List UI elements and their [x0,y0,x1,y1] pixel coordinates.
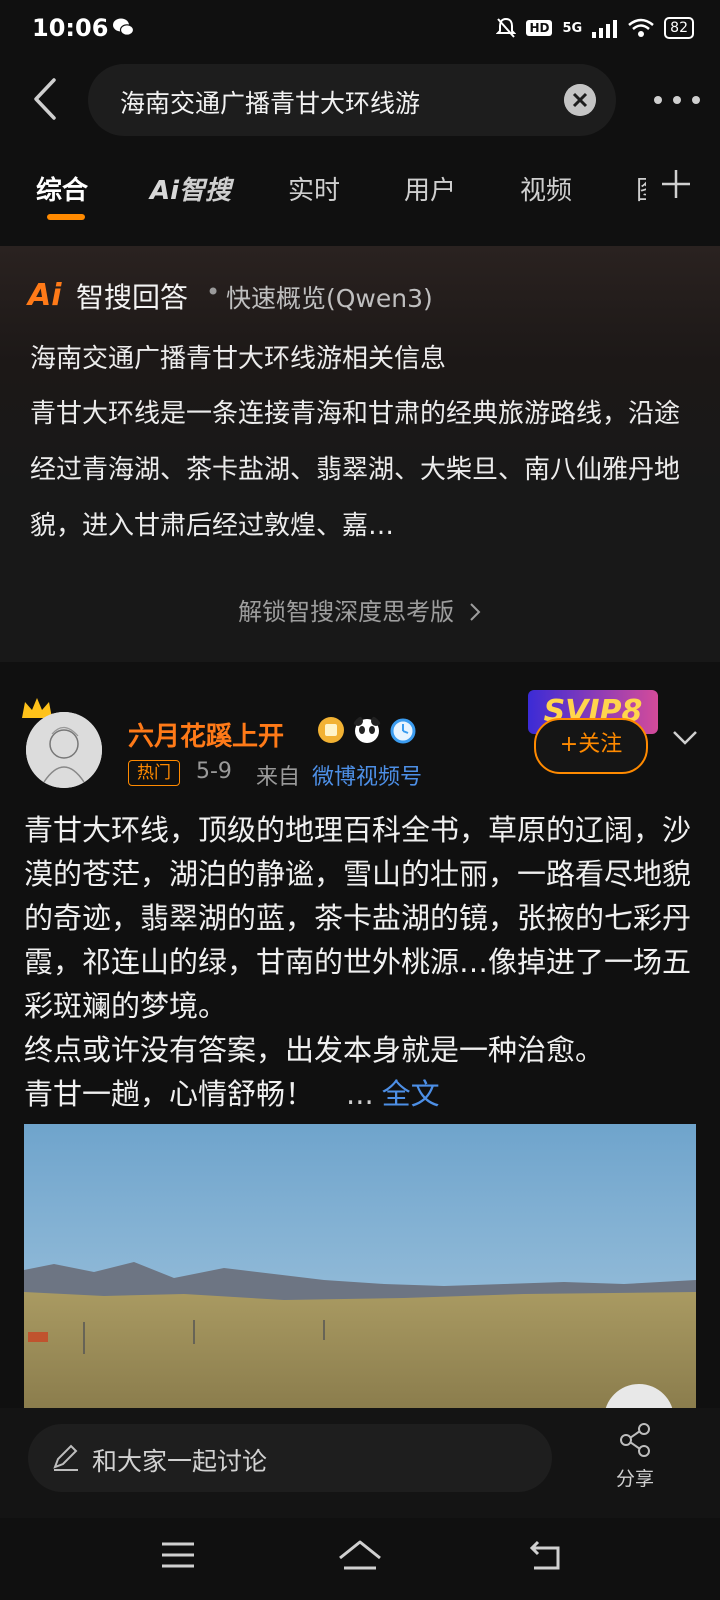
ai-logo-icon: Ai [28,278,62,313]
user-badges [316,715,418,745]
follow-button[interactable]: +关注 [534,718,648,774]
pencil-icon [53,1444,78,1471]
status-time: 10:06 [32,14,109,42]
comment-placeholder: 和大家一起讨论 [92,1447,268,1476]
user-avatar[interactable] [26,712,102,788]
ai-card-separator: • [206,278,221,306]
search-bar[interactable]: 海南交通广播青甘大环线游 [88,64,616,136]
post-ellipsis: ... [346,1077,374,1111]
signal-icon [592,20,618,38]
post-date: 5-9 [196,759,232,784]
alarm-clock-icon [390,718,416,744]
tab-video[interactable]: 视频 [520,170,572,207]
post-text-line: 青甘一趟，心情舒畅！... 全文 [24,1072,696,1116]
post-source[interactable]: 微博视频号 [312,759,422,791]
wifi-icon [628,18,654,37]
share-icon[interactable] [618,1422,654,1458]
clear-search-icon[interactable] [564,84,596,116]
chevron-down-icon[interactable] [670,722,700,752]
tab-ai-label: 智搜 [179,176,232,206]
tab-comprehensive[interactable]: 综合 [36,170,88,207]
tab-users[interactable]: 用户 [404,170,456,207]
active-tab-indicator [47,214,85,220]
ai-card-subtitle: 快速概览(Qwen3) [226,284,433,313]
ai-answer-card[interactable]: Ai 智搜回答 • 快速概览(Qwen3) 海南交通广播青甘大环线游相关信息 青… [0,246,720,662]
tab-realtime[interactable]: 实时 [288,170,340,207]
landscape-image [24,1124,696,1412]
post-text-line: 青甘大环线，顶级的地理百科全书，草原的辽阔，沙漠的苍茫，湖泊的静谧，雪山的壮丽，… [24,813,692,1023]
post-username[interactable]: 六月花蹊上开 [128,716,284,753]
battery-indicator: 82 [664,17,694,39]
full-text-link[interactable]: 全文 [382,1077,440,1111]
bottom-action-bar: 和大家一起讨论 分享 [0,1408,720,1518]
hot-badge: 热门 [128,760,180,786]
post-text-line: 终点或许没有答案，出发本身就是一种治愈。 [24,1033,605,1067]
post-from-label: 来自 [256,765,301,790]
unlock-deep-thinking-link[interactable]: 解锁智搜深度思考版 [0,592,720,627]
add-tab-icon[interactable] [660,168,692,200]
tab-ai-prefix: Ai [150,176,180,206]
hd-badge: HD [526,20,553,36]
share-label[interactable]: 分享 [616,1464,654,1491]
search-query[interactable]: 海南交通广播青甘大环线游 [120,84,420,120]
ai-card-title: 智搜回答 [76,281,189,314]
tab-ai-search[interactable]: Ai智搜 [150,170,231,207]
panda-icon [353,716,381,743]
chevron-right-icon [470,603,481,621]
comment-input[interactable]: 和大家一起讨论 [28,1424,552,1492]
system-nav-bar [0,1518,720,1600]
gold-badge-icon [318,717,344,743]
search-tabs: 综合 Ai智搜 实时 用户 视频 图 [0,160,720,230]
back-nav-icon[interactable] [528,1538,564,1572]
mute-bell-icon [496,17,517,38]
more-options-icon[interactable] [652,88,702,112]
ai-answer-body: 青甘大环线是一条连接青海和甘肃的经典旅游路线，沿途经过青海湖、茶卡盐湖、翡翠湖、… [30,399,681,541]
avatar-sketch-icon [26,712,102,788]
tab-images[interactable]: 图 [636,170,646,207]
network-label: 5G [562,20,583,36]
unlock-label: 解锁智搜深度思考版 [238,598,455,626]
wechat-icon [113,18,134,36]
status-bar: 10:06 HD 5G 82 [0,0,720,56]
post-text-last: 青甘一趟，心情舒畅！ [24,1077,315,1111]
post-text: 青甘大环线，顶级的地理百科全书，草原的辽阔，沙漠的苍茫，湖泊的静谧，雪山的壮丽，… [24,808,696,1116]
ai-answer-heading: 海南交通广播青甘大环线游相关信息 [30,344,447,374]
home-icon[interactable] [336,1538,384,1572]
video-thumbnail[interactable] [24,1124,696,1412]
back-arrow-icon[interactable] [26,74,66,124]
menu-icon[interactable] [160,1540,196,1570]
